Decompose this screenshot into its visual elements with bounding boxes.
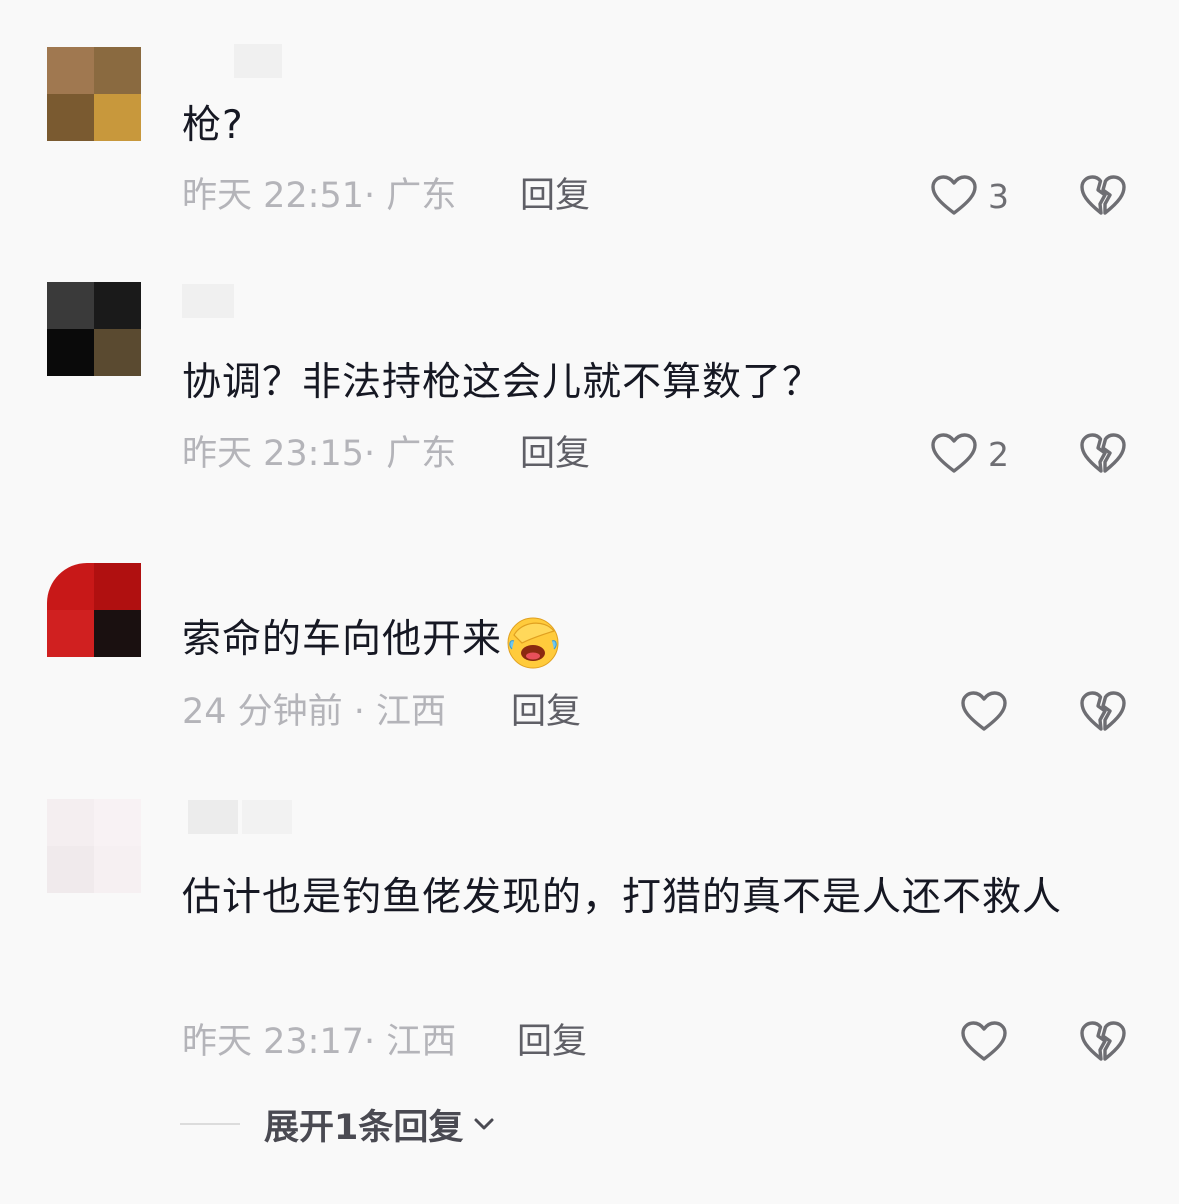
avatar[interactable] [47,799,141,893]
dislike-button[interactable] [1078,1018,1128,1066]
dislike-button[interactable] [1078,430,1128,478]
comment-meta: 昨天 23:15· 广东 [182,434,457,474]
heart-outline-icon [931,175,977,215]
username-redacted[interactable] [182,800,302,834]
expand-replies-button[interactable]: 展开1条回复 [180,1100,497,1148]
like-count: 2 [988,434,1009,474]
comment-text: 协调？非法持枪这会儿就不算数了？ [182,360,823,405]
broken-heart-icon [1080,691,1126,731]
username-redacted[interactable] [182,44,282,78]
broken-heart-icon [1080,433,1126,473]
reply-button[interactable]: 回复 [520,434,590,474]
reply-button[interactable]: 回复 [511,692,581,732]
expand-replies-label: 展开1条回复 [264,1107,464,1148]
comment-text: 枪? [182,103,244,148]
heart-outline-icon [931,433,977,473]
comment-meta: 24 分钟前 · 江西 [182,692,447,732]
avatar[interactable] [47,563,141,657]
heart-outline-icon [961,1021,1007,1061]
facepalm-laugh-emoji [504,613,562,671]
like-button[interactable] [960,1018,1008,1066]
like-count: 3 [988,176,1009,216]
comment-meta: 昨天 22:51· 广东 [182,176,457,216]
broken-heart-icon [1080,1021,1126,1061]
like-button[interactable]: 3 [930,172,1009,220]
broken-heart-icon [1080,175,1126,215]
reply-button[interactable]: 回复 [517,1022,587,1062]
heart-outline-icon [961,691,1007,731]
chevron-down-icon [474,1118,494,1130]
comment-text: 索命的车向他开来 [182,608,1122,672]
like-button[interactable]: 2 [930,430,1009,478]
comment-text-body: 索命的车向他开来 [182,617,503,662]
comment-meta: 昨天 23:17· 江西 [182,1022,457,1062]
avatar[interactable] [47,282,141,376]
avatar[interactable] [47,47,141,141]
dislike-button[interactable] [1078,172,1128,220]
comment-text: 估计也是钓鱼佬发现的，打猎的真不是人还不救人 [182,875,1063,920]
dislike-button[interactable] [1078,688,1128,736]
divider-line [180,1123,240,1125]
like-button[interactable] [960,688,1008,736]
reply-button[interactable]: 回复 [520,176,590,216]
username-redacted[interactable] [182,284,262,318]
